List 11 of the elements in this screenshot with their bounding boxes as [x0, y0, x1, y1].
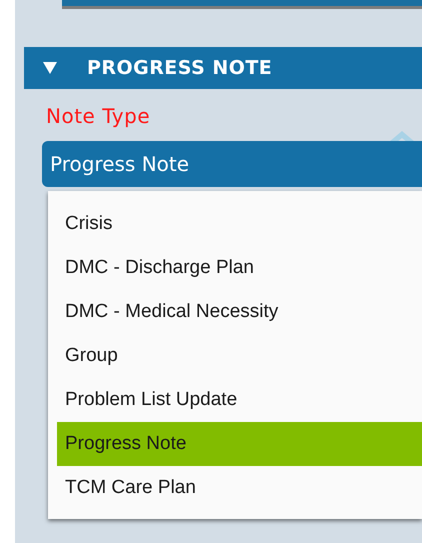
field-label: Note Type: [46, 103, 150, 130]
dropdown-option[interactable]: DMC - Medical Necessity: [57, 290, 422, 334]
select-field[interactable]: Progress Note: [42, 141, 422, 187]
dropdown-option[interactable]: Group: [57, 334, 422, 378]
collapse-triangle-icon: [43, 61, 57, 75]
section-header[interactable]: PROGRESS NOTE: [24, 47, 422, 89]
dropdown-option[interactable]: Crisis: [57, 202, 422, 246]
dropdown-option[interactable]: Problem List Update: [57, 378, 422, 422]
dropdown-option[interactable]: Progress Note: [57, 422, 422, 466]
dropdown-option[interactable]: DMC - Discharge Plan: [57, 246, 422, 290]
dropdown-option[interactable]: TCM Care Plan: [57, 466, 422, 510]
